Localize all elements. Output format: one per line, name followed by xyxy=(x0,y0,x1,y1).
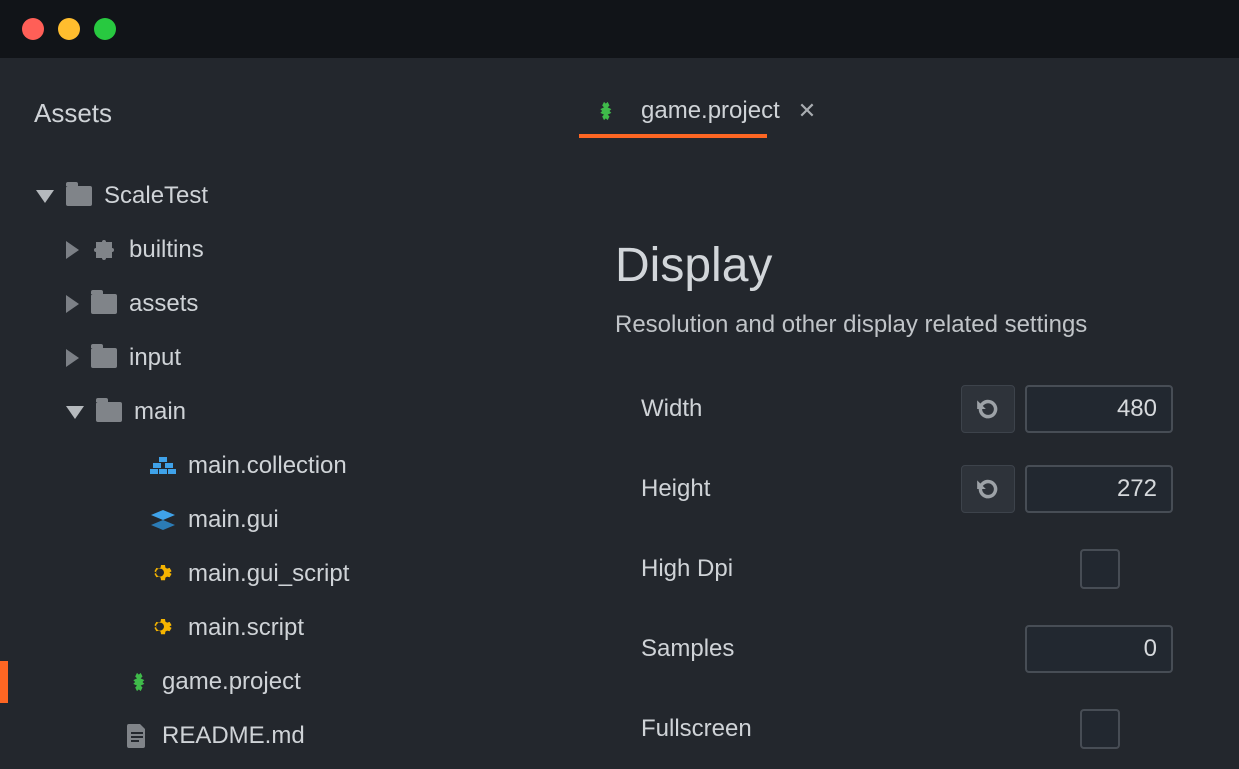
tree-item-main-gui[interactable]: main.gui xyxy=(0,493,545,547)
tree-item-builtins[interactable]: builtins xyxy=(0,223,545,277)
row-samples: Samples xyxy=(615,609,1239,689)
chevron-spacer xyxy=(120,565,138,583)
tree-item-scaletest[interactable]: ScaleTest xyxy=(0,169,545,223)
file-icon xyxy=(122,723,152,749)
chevron-spacer xyxy=(94,673,112,691)
label-height: Height xyxy=(641,475,961,503)
folder-icon xyxy=(64,183,94,209)
tab-game-project[interactable]: game.project ✕ xyxy=(579,86,826,136)
cog-green-icon xyxy=(122,669,152,695)
chevron-right-icon[interactable] xyxy=(66,295,79,313)
display-section: Display Resolution and other display rel… xyxy=(545,168,1239,769)
cog-icon xyxy=(148,615,178,641)
tab-active-indicator xyxy=(579,134,767,138)
tree-item-label: input xyxy=(129,344,181,372)
tree-item-assets[interactable]: assets xyxy=(0,277,545,331)
cog-icon xyxy=(148,561,178,587)
label-highdpi: High Dpi xyxy=(641,555,961,583)
chevron-right-icon[interactable] xyxy=(66,241,79,259)
section-title: Display xyxy=(615,238,1239,293)
layers-icon xyxy=(148,507,178,533)
undo-icon xyxy=(975,396,1001,422)
tab-label: game.project xyxy=(641,97,780,125)
folder-icon xyxy=(89,345,119,371)
reset-height-button[interactable] xyxy=(961,465,1015,513)
tree-item-game-project[interactable]: game.project xyxy=(0,655,545,709)
tree-item-main-gui_script[interactable]: main.gui_script xyxy=(0,547,545,601)
input-height[interactable] xyxy=(1025,465,1173,513)
panel-title: Assets xyxy=(0,98,545,129)
label-samples: Samples xyxy=(641,635,961,663)
input-samples[interactable] xyxy=(1025,625,1173,673)
label-width: Width xyxy=(641,395,961,423)
editor-panel: game.project ✕ Display Resolution and ot… xyxy=(545,58,1239,769)
traffic-minimize-icon[interactable] xyxy=(58,18,80,40)
checkbox-fullscreen[interactable] xyxy=(1080,709,1120,749)
tree-item-label: builtins xyxy=(129,236,204,264)
tree-item-input[interactable]: input xyxy=(0,331,545,385)
puzzle-icon xyxy=(89,237,119,263)
tree-item-readme-md[interactable]: README.md xyxy=(0,709,545,763)
undo-icon xyxy=(975,476,1001,502)
checkbox-highdpi[interactable] xyxy=(1080,549,1120,589)
row-height: Height xyxy=(615,449,1239,529)
row-fullscreen: Fullscreen xyxy=(615,689,1239,769)
tab-bar: game.project ✕ xyxy=(545,86,1239,136)
tree-item-main-script[interactable]: main.script xyxy=(0,601,545,655)
tab-close-icon[interactable]: ✕ xyxy=(798,98,816,124)
tree-item-label: assets xyxy=(129,290,198,318)
tree-item-label: README.md xyxy=(162,722,305,750)
chevron-down-icon[interactable] xyxy=(66,406,84,419)
row-width: Width xyxy=(615,369,1239,449)
tree-item-label: main.gui xyxy=(188,506,279,534)
tree-item-label: main.script xyxy=(188,614,304,642)
chevron-spacer xyxy=(120,619,138,637)
collection-icon xyxy=(148,453,178,479)
chevron-spacer xyxy=(94,727,112,745)
input-width[interactable] xyxy=(1025,385,1173,433)
chevron-spacer xyxy=(120,457,138,475)
section-subtitle: Resolution and other display related set… xyxy=(615,311,1239,339)
chevron-right-icon[interactable] xyxy=(66,349,79,367)
tree-item-label: main xyxy=(134,398,186,426)
tree-item-label: main.collection xyxy=(188,452,347,480)
row-highdpi: High Dpi xyxy=(615,529,1239,609)
tree-item-main[interactable]: main xyxy=(0,385,545,439)
folder-icon xyxy=(89,291,119,317)
tree-item-label: ScaleTest xyxy=(104,182,208,210)
folder-icon xyxy=(94,399,124,425)
traffic-fullscreen-icon[interactable] xyxy=(94,18,116,40)
chevron-down-icon[interactable] xyxy=(36,190,54,203)
tree-item-label: main.gui_script xyxy=(188,560,349,588)
window-titlebar xyxy=(0,0,1239,58)
chevron-spacer xyxy=(120,511,138,529)
reset-width-button[interactable] xyxy=(961,385,1015,433)
tree-item-main-collection[interactable]: main.collection xyxy=(0,439,545,493)
traffic-close-icon[interactable] xyxy=(22,18,44,40)
assets-panel: Assets ScaleTestbuiltinsassetsinputmainm… xyxy=(0,58,545,769)
cog-green-icon xyxy=(589,98,619,124)
tree-item-label: game.project xyxy=(162,668,301,696)
label-fullscreen: Fullscreen xyxy=(641,715,961,743)
